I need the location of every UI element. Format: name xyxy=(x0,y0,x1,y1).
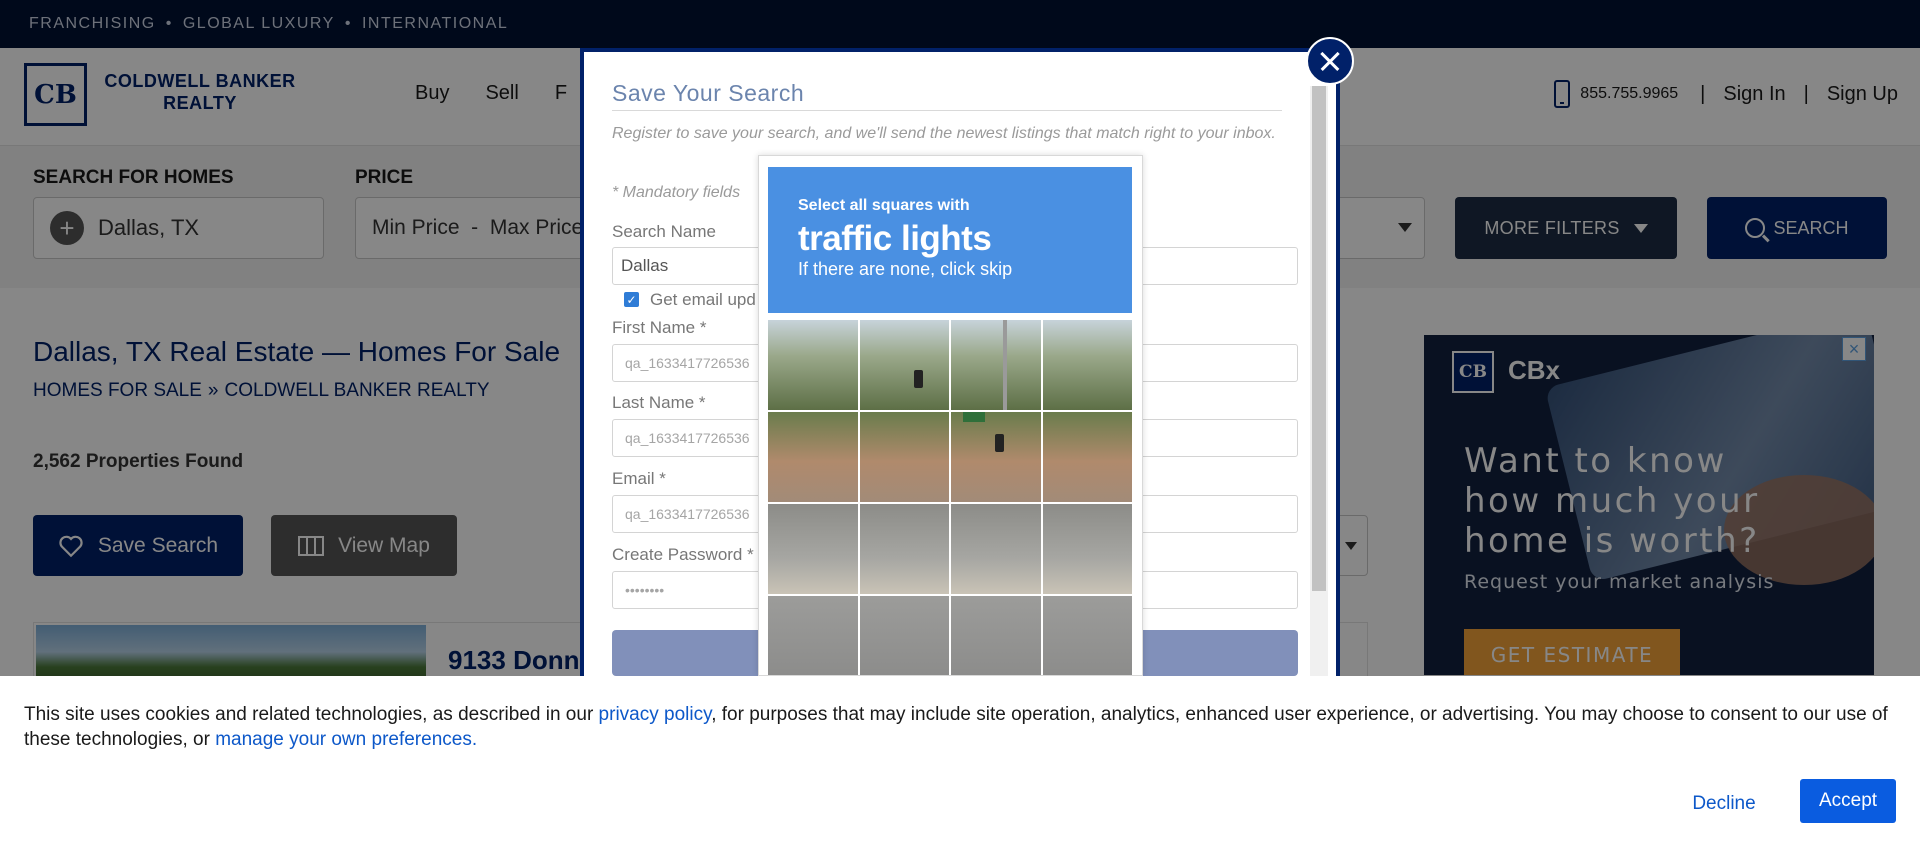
traffic-light-icon xyxy=(995,434,1004,452)
street-sign-icon xyxy=(963,412,985,422)
modal-title: Save Your Search xyxy=(612,80,805,106)
captcha-tile[interactable] xyxy=(951,412,1041,502)
captcha-tile[interactable] xyxy=(1042,412,1132,502)
modal-divider xyxy=(612,110,1282,111)
email-label: Email * xyxy=(612,469,666,488)
pole-icon xyxy=(1003,320,1007,410)
captcha-tile[interactable] xyxy=(951,504,1041,594)
captcha-header: Select all squares with traffic lights I… xyxy=(768,167,1132,313)
last-name-label: Last Name * xyxy=(612,393,706,412)
captcha-tile[interactable] xyxy=(1042,596,1132,675)
cookie-message: This site uses cookies and related techn… xyxy=(24,702,1894,752)
captcha-instruction: Select all squares with xyxy=(798,197,970,214)
email-updates-label: Get email upd xyxy=(650,290,756,309)
captcha-tile[interactable] xyxy=(859,504,949,594)
scrollbar-thumb[interactable] xyxy=(1312,86,1326,591)
first-name-label: First Name * xyxy=(612,318,707,337)
captcha-tile[interactable] xyxy=(768,412,858,502)
manage-preferences-link[interactable]: manage your own preferences xyxy=(215,729,472,750)
captcha-tile[interactable] xyxy=(859,320,949,410)
captcha-tile[interactable] xyxy=(859,596,949,675)
captcha-challenge: Select all squares with traffic lights I… xyxy=(758,155,1143,676)
cookie-text-3: . xyxy=(471,729,478,750)
captcha-grid xyxy=(768,320,1132,675)
cookie-banner: This site uses cookies and related techn… xyxy=(0,676,1920,846)
captcha-tile[interactable] xyxy=(1042,320,1132,410)
email-updates-checkbox[interactable]: ✓ xyxy=(624,292,639,307)
mandatory-note: * Mandatory fields xyxy=(612,184,741,201)
privacy-policy-link[interactable]: privacy policy xyxy=(599,704,712,725)
captcha-tile[interactable] xyxy=(768,504,858,594)
accept-button[interactable]: Accept xyxy=(1800,779,1896,823)
captcha-tile[interactable] xyxy=(768,596,858,675)
cookie-text-1: This site uses cookies and related techn… xyxy=(24,704,599,725)
captcha-target: traffic lights xyxy=(798,219,992,258)
captcha-tile[interactable] xyxy=(951,320,1041,410)
password-label: Create Password * xyxy=(612,545,754,564)
modal-scrollbar[interactable] xyxy=(1310,86,1328,676)
search-name-label: Search Name xyxy=(612,222,716,241)
decline-button[interactable]: Decline xyxy=(1668,782,1780,826)
captcha-tile[interactable] xyxy=(951,596,1041,675)
captcha-tile[interactable] xyxy=(768,320,858,410)
captcha-tile[interactable] xyxy=(1042,504,1132,594)
modal-intro: Register to save your search, and we'll … xyxy=(612,125,1276,142)
traffic-light-icon xyxy=(913,370,923,388)
close-icon[interactable] xyxy=(1306,37,1354,85)
captcha-tile[interactable] xyxy=(859,412,949,502)
captcha-hint: If there are none, click skip xyxy=(798,259,1013,279)
